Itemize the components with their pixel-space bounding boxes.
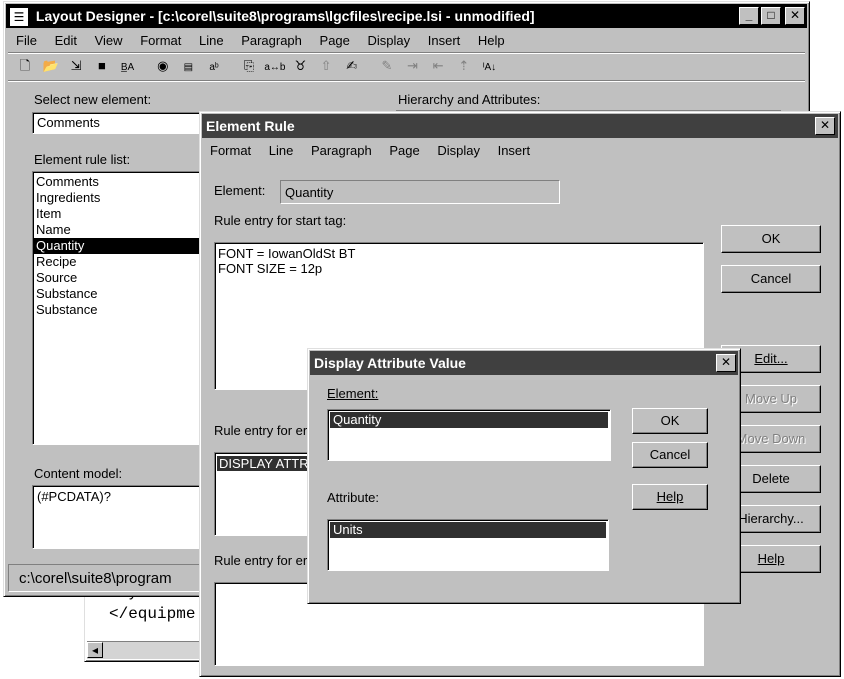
open-icon[interactable]: 📂 — [40, 56, 62, 76]
start-tag-label: Rule entry for start tag: — [214, 213, 347, 228]
outdent-icon[interactable]: ⇤ — [427, 56, 449, 76]
display-attribute-title: Display Attribute Value — [314, 355, 466, 371]
start-tag-line: FONT SIZE = 12p — [218, 261, 323, 276]
scroll-left-icon[interactable]: ◂ — [87, 642, 103, 658]
style-icon[interactable]: ▤ — [177, 58, 199, 78]
rule-entry-end-value[interactable]: DISPLAY ATTR — [217, 456, 312, 471]
menu-page[interactable]: Page — [320, 30, 350, 52]
text-icon[interactable]: a↔b — [264, 58, 286, 78]
element-rule-menubar: Format Line Paragraph Page Display Inser… — [210, 140, 544, 162]
cancel-button[interactable]: Cancel — [632, 442, 708, 468]
element-rule-titlebar: Element Rule — [202, 114, 838, 138]
edit-icon[interactable]: ✍ — [341, 56, 363, 76]
menu-view[interactable]: View — [95, 30, 123, 52]
main-toolbar: 🗋 📂 ⇲ ■ B̲A ◉ ▤ aᵇ ⎘ a↔b ♉ ⇧ ✍ ✎ ⇥ ⇤ ⇡ ᴵ… — [14, 56, 501, 78]
insert-icon[interactable]: ⇧ — [315, 56, 337, 76]
element-label: Element: — [327, 386, 379, 401]
menu-format[interactable]: Format — [140, 30, 181, 52]
attribute-list-item[interactable]: Units — [330, 522, 606, 538]
format-icon[interactable]: ✎ — [376, 56, 398, 76]
element-list-item[interactable]: Quantity — [330, 412, 608, 428]
app-logo-icon: ☰ — [10, 8, 28, 27]
cancel-button[interactable]: Cancel — [721, 265, 821, 293]
copy-icon[interactable]: ⎘ — [238, 56, 260, 76]
display-attribute-titlebar: Display Attribute Value — [310, 351, 738, 375]
display-attribute-dialog: Display Attribute Value ✕ Element: Quant… — [307, 348, 741, 604]
save-icon[interactable]: ■ — [91, 56, 113, 76]
indent-icon[interactable]: ⇥ — [402, 56, 424, 76]
menu-insert[interactable]: Insert — [428, 30, 461, 52]
toolbar-divider — [8, 52, 805, 54]
rule-entry-end-label: Rule entry for er — [214, 423, 308, 438]
menu-line[interactable]: Line — [199, 30, 224, 52]
close-button[interactable]: ✕ — [785, 7, 805, 25]
toolbar-divider-bottom — [8, 80, 805, 82]
menu-line[interactable]: Line — [269, 140, 294, 162]
start-tag-line: FONT = IowanOldSt BT — [218, 246, 356, 261]
maximize-button[interactable]: □ — [761, 7, 781, 25]
main-menubar: File Edit View Format Line Paragraph Pag… — [16, 30, 519, 52]
menu-display[interactable]: Display — [368, 30, 411, 52]
menu-help[interactable]: Help — [478, 30, 505, 52]
horizontal-scrollbar[interactable]: ◂ — [87, 641, 211, 659]
element-value: Quantity — [285, 185, 334, 200]
content-model-value: (#PCDATA)? — [37, 489, 111, 504]
menu-paragraph[interactable]: Paragraph — [311, 140, 372, 162]
minimize-button[interactable]: _ — [739, 7, 759, 25]
element-label: Element: — [214, 183, 266, 198]
import-icon[interactable]: ⇲ — [65, 56, 87, 76]
hierarchy-label: Hierarchy and Attributes: — [398, 92, 541, 107]
preview-icon[interactable]: ◉ — [152, 56, 174, 76]
ok-button[interactable]: OK — [632, 408, 708, 434]
attribute-label: Attribute: — [327, 490, 380, 505]
menu-page[interactable]: Page — [389, 140, 419, 162]
content-model-label: Content model: — [34, 466, 123, 481]
tree-icon[interactable]: ⇡ — [453, 56, 475, 76]
attribute-icon[interactable]: aᵇ — [203, 58, 225, 78]
help-button[interactable]: Help — [632, 484, 708, 510]
dialog-close-button[interactable]: ✕ — [815, 117, 835, 135]
select-new-element-label: Select new element: — [34, 92, 152, 107]
menu-edit[interactable]: Edit — [55, 30, 77, 52]
element-listbox[interactable]: Quantity — [327, 409, 611, 461]
ok-button[interactable]: OK — [721, 225, 821, 253]
new-icon[interactable]: 🗋 — [14, 56, 36, 76]
menu-file[interactable]: File — [16, 30, 37, 52]
code-line: </equipme — [109, 605, 196, 623]
status-path: c:\corel\suite8\program — [19, 570, 172, 587]
spell-icon[interactable]: B̲A — [117, 58, 139, 78]
menu-display[interactable]: Display — [437, 140, 480, 162]
rule-icon[interactable]: ♉ — [290, 56, 312, 76]
main-window-title: Layout Designer - [c:\corel\suite8\progr… — [35, 8, 535, 24]
element-field: Quantity — [280, 180, 560, 204]
rule-entry-empty-label: Rule entry for er — [214, 553, 308, 568]
sort-icon[interactable]: ᴵA↓ — [479, 58, 501, 78]
menu-paragraph[interactable]: Paragraph — [241, 30, 302, 52]
element-rule-list-label: Element rule list: — [34, 152, 131, 167]
attribute-listbox[interactable]: Units — [327, 519, 609, 571]
main-titlebar: ☰ Layout Designer - [c:\corel\suite8\pro… — [6, 4, 807, 28]
menu-format[interactable]: Format — [210, 140, 251, 162]
menu-insert[interactable]: Insert — [498, 140, 531, 162]
select-new-element-value: Comments — [37, 115, 100, 130]
element-rule-title: Element Rule — [206, 118, 295, 134]
display-attribute-close-button[interactable]: ✕ — [716, 354, 736, 372]
